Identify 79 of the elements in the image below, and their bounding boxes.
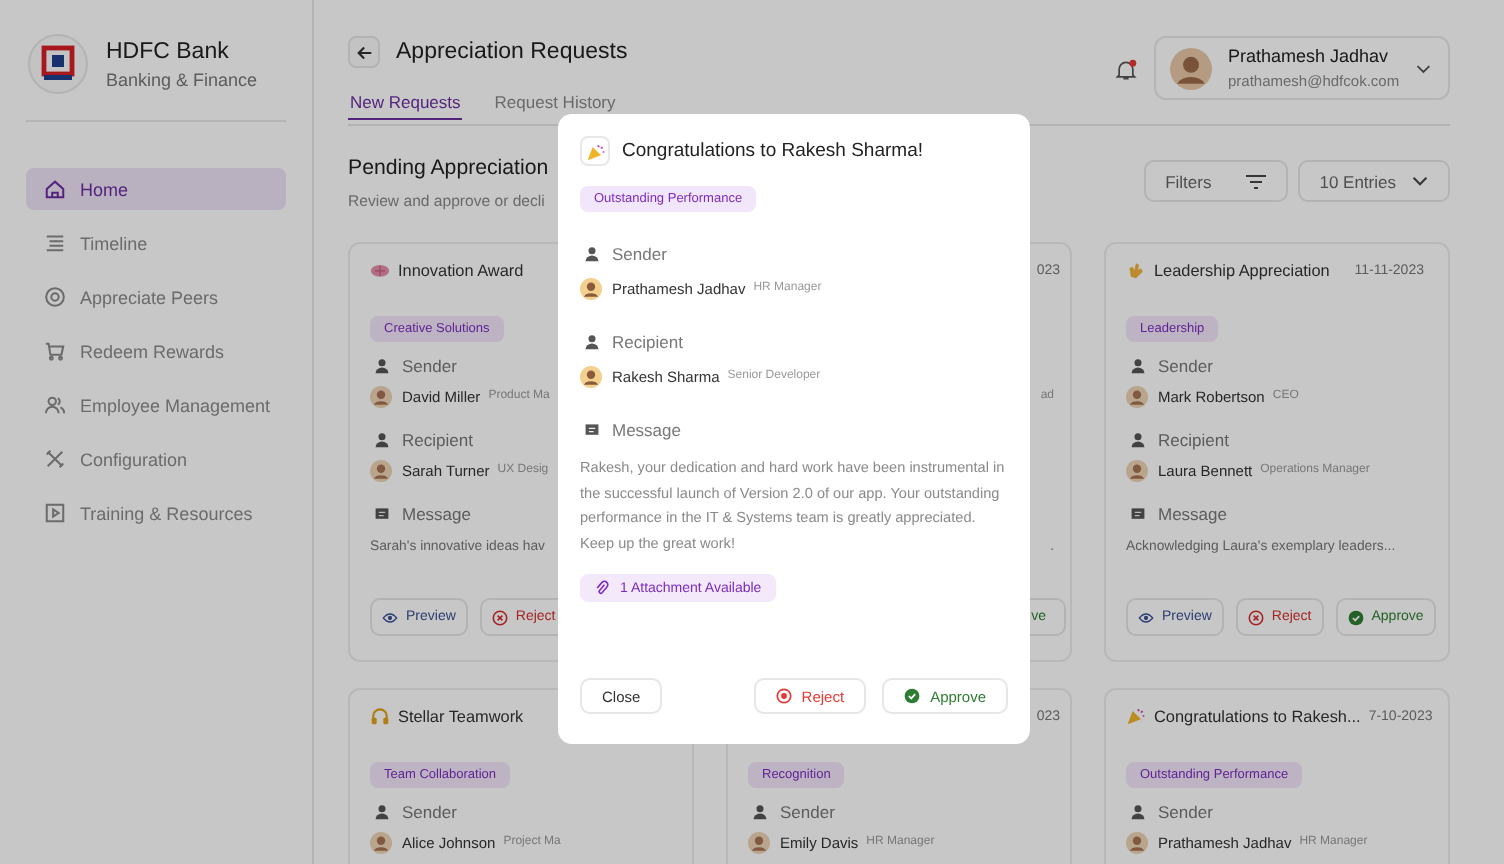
- card-title: Innovation Award: [398, 261, 524, 279]
- field-label: Message: [1158, 504, 1227, 524]
- modal-title: Congratulations to Rakesh Sharma!: [622, 140, 923, 162]
- tab[interactable]: Request History: [492, 92, 618, 120]
- field-label: Recipient: [1158, 430, 1229, 450]
- section-title: Pending Appreciation: [348, 156, 549, 180]
- eye-icon: [1138, 609, 1154, 625]
- field-label: Message: [612, 420, 681, 440]
- entries-dropdown[interactable]: 10 Entries: [1297, 160, 1450, 202]
- check-circle-icon: [1347, 609, 1364, 625]
- party-popper-icon: [1126, 706, 1146, 726]
- filters-button[interactable]: Filters: [1143, 160, 1288, 202]
- avatar-icon: [370, 385, 392, 407]
- brand-name: HDFC Bank: [106, 39, 231, 63]
- nav-item[interactable]: Appreciate Peers: [26, 276, 286, 318]
- field-label: Sender: [402, 356, 457, 376]
- message-icon: [374, 506, 390, 522]
- field-label: Recipient: [612, 332, 683, 352]
- logo-icon: [28, 34, 88, 94]
- card-title: Stellar Teamwork: [398, 707, 524, 725]
- avatar-icon: [370, 831, 392, 853]
- cancel-icon: [775, 688, 792, 704]
- nav-item[interactable]: Timeline: [26, 222, 286, 264]
- nav-item[interactable]: Redeem Rewards: [26, 330, 286, 372]
- avatar-icon: [1126, 459, 1148, 481]
- check-circle-icon: [904, 688, 921, 704]
- field-label: Sender: [1158, 356, 1213, 376]
- chevron-down-icon: [1412, 176, 1428, 186]
- field-label: Sender: [780, 802, 835, 822]
- field-label: Sender: [612, 244, 667, 264]
- user-name: Prathamesh Jadhav: [1228, 46, 1391, 66]
- nav-item[interactable]: Training & Resources: [26, 492, 286, 534]
- avatar-icon: [748, 831, 770, 853]
- people-icon: [44, 394, 66, 416]
- avatar-icon: [580, 277, 602, 299]
- cancel-icon: [491, 609, 508, 625]
- user-icon: [584, 334, 600, 350]
- avatar-icon: [1126, 385, 1148, 407]
- home-icon: [44, 178, 66, 200]
- target-icon: [44, 286, 66, 308]
- tools-icon: [44, 448, 66, 470]
- play-icon: [44, 502, 66, 524]
- nav-item[interactable]: Configuration: [26, 438, 286, 480]
- user-icon: [374, 804, 390, 820]
- field-label: Message: [402, 504, 471, 524]
- paperclip-icon: [594, 580, 610, 596]
- card-title: Congratulations to Rakesh...: [1154, 707, 1361, 725]
- brand-subtitle: Banking & Finance: [106, 69, 258, 89]
- page-title: Appreciation Requests: [396, 40, 628, 64]
- user-icon: [1130, 804, 1146, 820]
- filter-icon: [1245, 173, 1266, 189]
- card-title: Leadership Appreciation: [1154, 261, 1330, 279]
- avatar-icon: [1126, 831, 1148, 853]
- tab[interactable]: New Requests: [348, 92, 463, 120]
- chevron-down-icon: [1415, 63, 1430, 73]
- back-button[interactable]: [348, 36, 380, 68]
- user-icon: [374, 432, 390, 448]
- eye-icon: [382, 609, 398, 625]
- notification-bell-icon[interactable]: [1114, 58, 1138, 82]
- avatar-icon: [580, 365, 602, 387]
- field-label: Sender: [402, 802, 457, 822]
- list-icon: [44, 232, 66, 254]
- message-icon: [584, 422, 600, 438]
- user-icon: [1130, 358, 1146, 374]
- avatar-icon: [1170, 47, 1212, 89]
- nav-item[interactable]: Employee Management: [26, 384, 286, 426]
- cart-icon: [44, 340, 66, 362]
- headphones-icon: [370, 706, 390, 726]
- arrow-left-icon: [355, 43, 373, 61]
- cancel-icon: [1247, 609, 1264, 625]
- user-icon: [752, 804, 768, 820]
- message-icon: [1130, 506, 1146, 522]
- field-label: Sender: [1158, 802, 1213, 822]
- user-icon: [374, 358, 390, 374]
- user-icon: [1130, 432, 1146, 448]
- user-icon: [584, 246, 600, 262]
- field-label: Recipient: [402, 430, 473, 450]
- nav-item[interactable]: Home: [26, 168, 286, 210]
- avatar-icon: [370, 459, 392, 481]
